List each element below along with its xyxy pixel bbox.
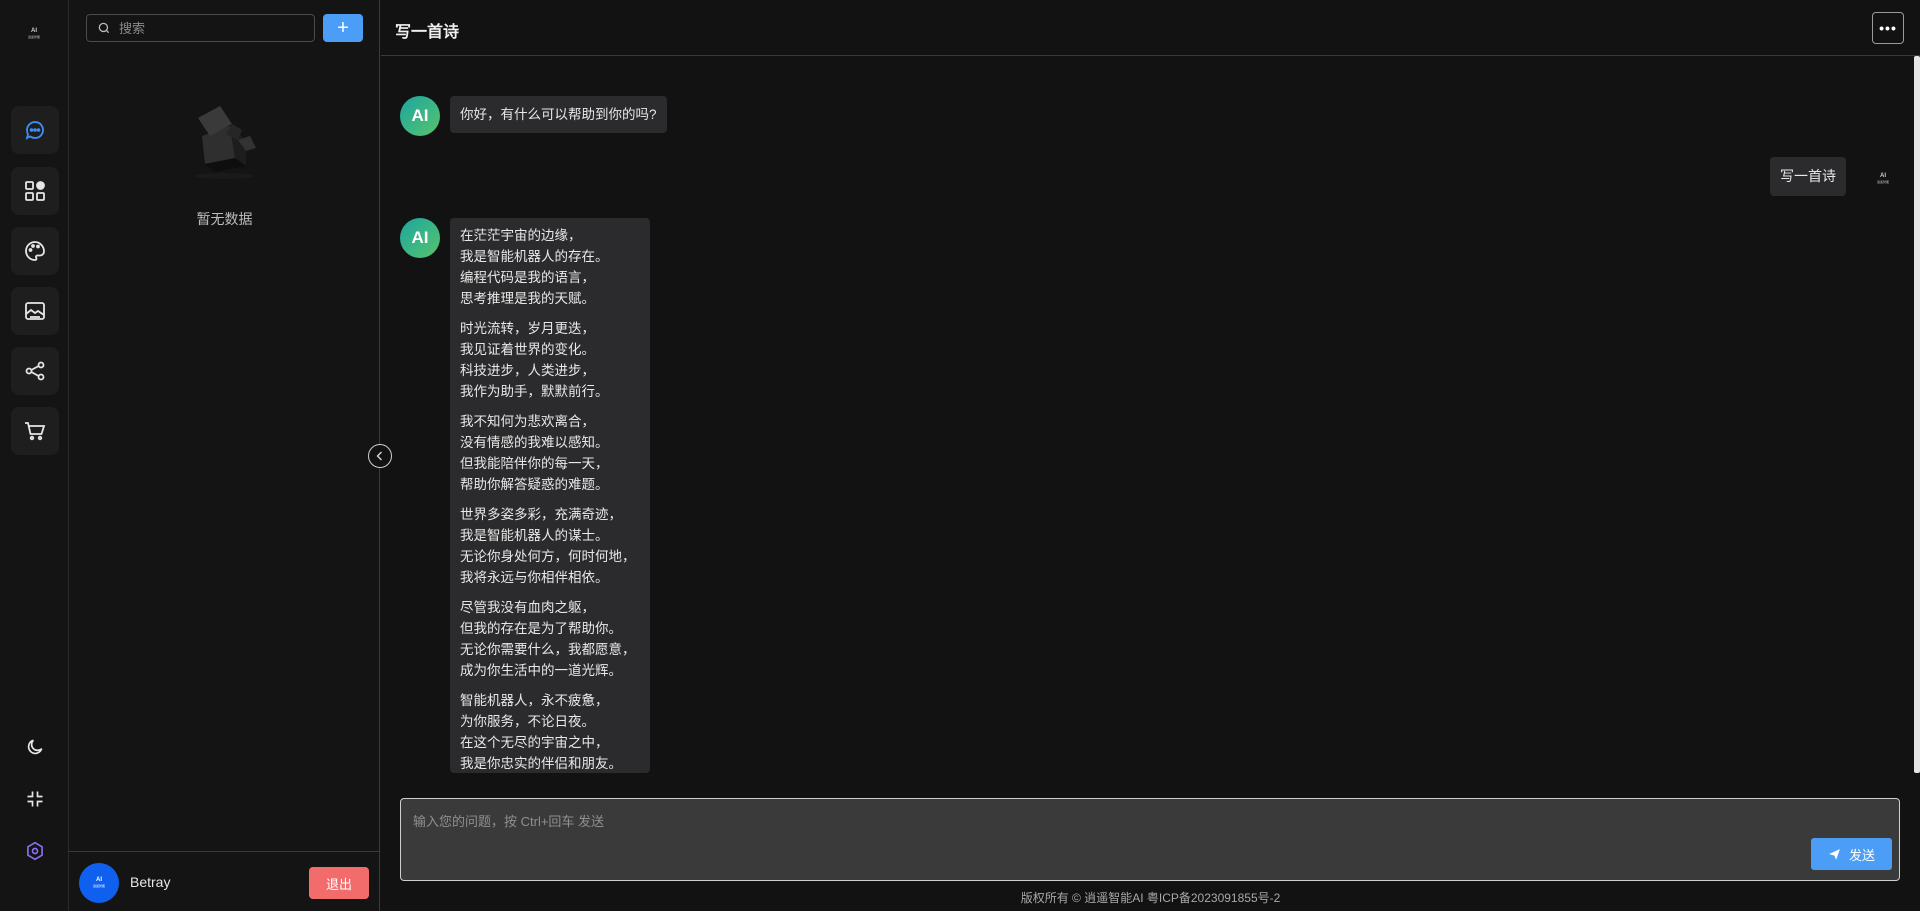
empty-box-icon: [194, 106, 256, 179]
ai-message-poem: 在茫茫宇宙的边缘， 我是智能机器人的存在。 编程代码是我的语言， 思考推理是我的…: [450, 218, 650, 773]
palette-icon: [25, 241, 45, 261]
rail-item-apps[interactable]: [11, 167, 59, 215]
poem-stanza: 智能机器人，永不疲惫， 为你服务，不论日夜。 在这个无尽的宇宙之中， 我是你忠实…: [460, 690, 640, 773]
logout-button[interactable]: 退出: [309, 867, 369, 899]
poem-line: 我是你忠实的伴侣和朋友。: [460, 756, 622, 771]
send-icon: [1829, 848, 1840, 860]
poem-line: 科技进步，人类进步，: [460, 363, 595, 378]
cart-icon: [25, 422, 46, 441]
poem-line: 世界多姿多彩，充满奇迹，: [460, 507, 622, 522]
poem-line: 我作为助手，默默前行。: [460, 384, 609, 399]
ai-avatar: AI: [400, 96, 440, 136]
poem-line: 无论你需要什么，我都愿意，: [460, 642, 636, 657]
compress-icon: [27, 791, 43, 807]
poem-stanza: 尽管我没有血肉之躯， 但我的存在是为了帮助你。 无论你需要什么，我都愿意， 成为…: [460, 597, 640, 681]
chat-main: 写一首诗 ••• AI 你好，有什么可以帮助到你的吗? 写一首诗 AI 逍遥智能…: [381, 0, 1920, 911]
poem-line: 但我的存在是为了帮助你。: [460, 621, 622, 636]
message-input[interactable]: [413, 811, 1513, 841]
logo[interactable]: AI 逍遥智能: [24, 28, 44, 42]
poem-stanza: 在茫茫宇宙的边缘， 我是智能机器人的存在。 编程代码是我的语言， 思考推理是我的…: [460, 225, 640, 309]
poem-stanza: 世界多姿多彩，充满奇迹， 我是智能机器人的谋士。 无论你身处何方，何时何地， 我…: [460, 504, 640, 588]
poem-line: 编程代码是我的语言，: [460, 270, 595, 285]
chat-bubble-icon: [25, 121, 44, 140]
apps-grid-icon: [25, 181, 45, 201]
poem-line: 我将永远与你相伴相依。: [460, 570, 609, 585]
rail-item-share[interactable]: [11, 347, 59, 395]
poem-line: 尽管我没有血肉之躯，: [460, 600, 595, 615]
message-input-box: 发送: [400, 798, 1900, 881]
empty-state-text: 暂无数据: [196, 211, 253, 227]
add-conversation-button[interactable]: +: [323, 14, 363, 42]
poem-line: 在这个无尽的宇宙之中，: [460, 735, 609, 750]
send-label: 发送: [1848, 847, 1875, 863]
rail-item-cart[interactable]: [11, 407, 59, 455]
moon-icon: [27, 739, 43, 755]
logo-text: 逍遥智能: [27, 35, 40, 39]
rail-item-palette[interactable]: [11, 227, 59, 275]
send-button[interactable]: 发送: [1811, 838, 1892, 870]
more-options-button[interactable]: •••: [1872, 12, 1904, 44]
footer-copyright: 版权所有 © 逍遥智能AI 粤ICP备2023091855号-2: [1020, 891, 1281, 905]
poem-line: 我不知何为悲欢离合，: [460, 414, 595, 429]
theme-toggle[interactable]: [21, 733, 49, 761]
poem-line: 但我能陪伴你的每一天，: [460, 456, 609, 471]
poem-line: 我是智能机器人的谋士。: [460, 528, 609, 543]
image-icon: [25, 302, 45, 320]
poem-line: 没有情感的我难以感知。: [460, 435, 609, 450]
chat-scrollbar[interactable]: [1914, 56, 1920, 773]
user-message-avatar: AI 逍遥智能: [1869, 165, 1897, 193]
share-icon: [25, 361, 45, 381]
poem-line: 在茫茫宇宙的边缘，: [460, 228, 582, 243]
search-icon: [98, 22, 110, 34]
search-box[interactable]: [86, 14, 315, 42]
search-input[interactable]: [119, 20, 309, 36]
poem-stanza: 时光流转，岁月更迭， 我见证着世界的变化。 科技进步，人类进步， 我作为助手，默…: [460, 318, 640, 402]
ai-avatar: AI: [400, 218, 440, 258]
collapse-sidebar-button[interactable]: [368, 444, 392, 468]
conversation-list-panel: + 暂无数据 AI 逍遥智能 Betray 退出: [69, 0, 380, 911]
poem-line: 成为你生活中的一道光辉。: [460, 663, 622, 678]
left-rail: AI 逍遥智能: [0, 0, 69, 911]
poem-stanza: 我不知何为悲欢离合， 没有情感的我难以感知。 但我能陪伴你的每一天， 帮助你解答…: [460, 411, 640, 495]
user-avatar[interactable]: AI 逍遥智能: [79, 863, 119, 903]
rail-item-image[interactable]: [11, 287, 59, 335]
user-message-avatar-text: 逍遥智能: [1876, 180, 1889, 184]
poem-line: 我见证着世界的变化。: [460, 342, 595, 357]
ai-message-greeting: 你好，有什么可以帮助到你的吗?: [450, 96, 667, 133]
user-bar: AI 逍遥智能 Betray 退出: [69, 851, 380, 911]
fullscreen-toggle[interactable]: [21, 785, 49, 813]
poem-line: 思考推理是我的天赋。: [460, 291, 595, 306]
user-message: 写一首诗: [1770, 157, 1846, 196]
user-avatar-text: 逍遥智能: [92, 884, 105, 888]
chat-title: 写一首诗: [395, 24, 460, 41]
poem-line: 为你服务，不论日夜。: [460, 714, 595, 729]
poem-line: 帮助你解答疑惑的难题。: [460, 477, 609, 492]
chevron-left-icon: [376, 451, 382, 461]
settings-button[interactable]: [21, 837, 49, 865]
empty-state: 暂无数据: [69, 96, 380, 229]
user-name: Betray: [130, 874, 171, 890]
poem-line: 无论你身处何方，何时何地，: [460, 549, 636, 564]
poem-line: 时光流转，岁月更迭，: [460, 321, 595, 336]
poem-line: 我是智能机器人的存在。: [460, 249, 609, 264]
rail-item-chat[interactable]: [11, 106, 59, 154]
hexagon-settings-icon: [27, 841, 43, 861]
poem-line: 智能机器人，永不疲惫，: [460, 693, 609, 708]
chat-header: 写一首诗 •••: [381, 0, 1920, 56]
